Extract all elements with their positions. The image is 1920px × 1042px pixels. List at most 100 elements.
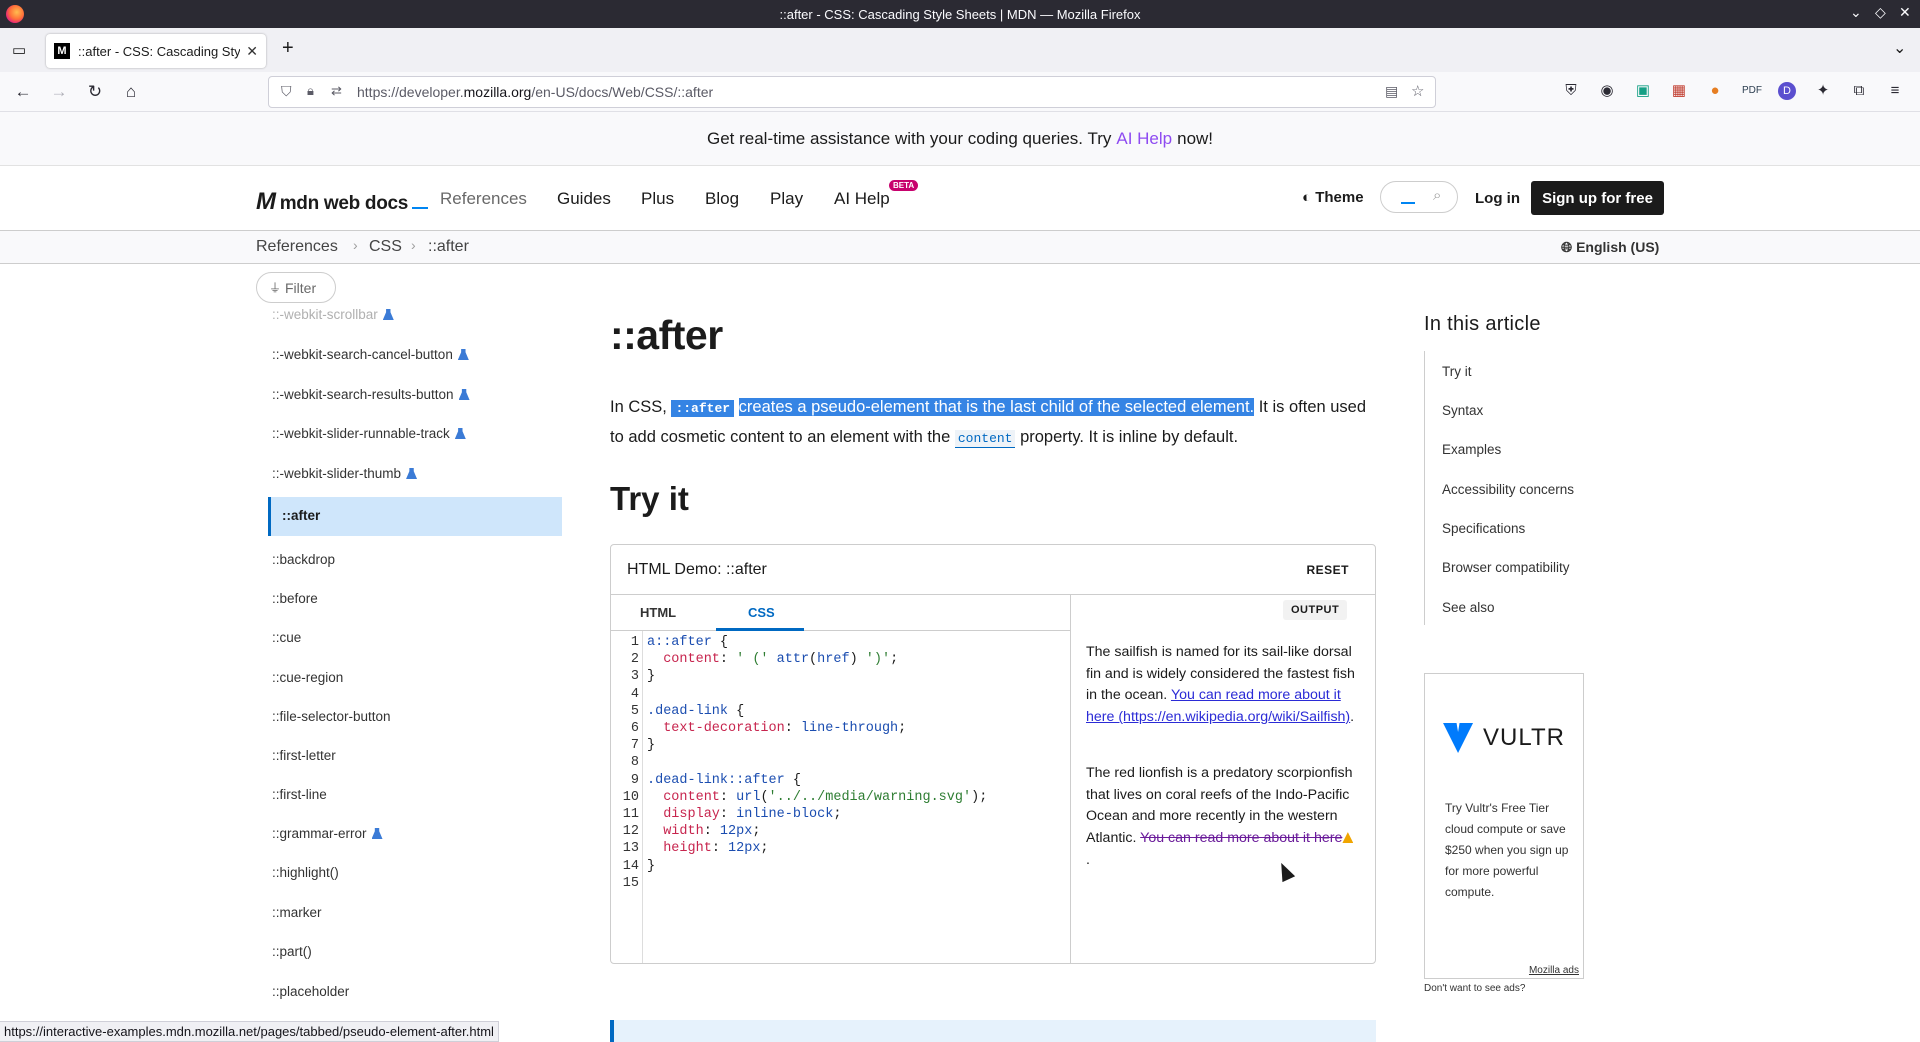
search-input[interactable]: ⌕ [1380, 181, 1458, 213]
url-bar[interactable]: ⛉ 🔒︎ ⇄ https://developer.mozilla.org/en-… [268, 76, 1436, 108]
extension-d-icon[interactable]: D [1778, 82, 1796, 100]
nav-plus[interactable]: Plus [641, 189, 674, 209]
extensions-puzzle-icon[interactable]: ⧉ [1850, 82, 1868, 100]
lock-icon[interactable]: 🔒︎ [307, 83, 314, 99]
browser-tab[interactable]: M ::after - CSS: Cascading Sty ✕ [46, 34, 266, 68]
breadcrumb-references[interactable]: References [256, 238, 338, 256]
theme-button[interactable]: ◐ Theme [1302, 189, 1364, 206]
maximize-icon[interactable]: ◇ [1875, 4, 1886, 21]
sidebar-item[interactable]: ::placeholder [272, 984, 349, 999]
tab-css[interactable]: CSS [748, 605, 775, 620]
toc-item-browser-compat[interactable]: Browser compatibility [1442, 560, 1570, 575]
back-icon[interactable]: ← [11, 80, 35, 104]
extension-icon[interactable]: ✦ [1814, 82, 1832, 100]
sidebar-item-after[interactable]: ::after [282, 508, 320, 523]
close-window-icon[interactable]: ✕ [1899, 4, 1911, 21]
ad-box[interactable]: VULTR Try Vultr's Free Tier cloud comput… [1424, 673, 1584, 979]
sidebar-item[interactable]: ::file-selector-button [272, 709, 391, 724]
vultr-v-icon [1443, 723, 1474, 753]
toc-item-try-it[interactable]: Try it [1442, 364, 1472, 379]
breadcrumb-after[interactable]: ::after [428, 238, 469, 256]
pdf-icon[interactable]: PDF [1742, 82, 1762, 100]
toc-item-see-also[interactable]: See also [1442, 600, 1495, 615]
ai-help-link[interactable]: AI Help [1116, 129, 1172, 149]
sidebar-item[interactable]: ::-webkit-search-results-button [272, 387, 470, 402]
sidebar-item[interactable]: ::-webkit-slider-thumb [272, 466, 418, 481]
breadcrumb-css[interactable]: CSS [369, 238, 402, 256]
note-callout [610, 1020, 1376, 1042]
sidebar-item[interactable]: ::part() [272, 944, 312, 959]
sidebar-item[interactable]: ::before [272, 591, 318, 606]
experimental-icon [371, 828, 383, 839]
duckduckgo-icon[interactable]: ● [1706, 82, 1724, 100]
nav-play[interactable]: Play [770, 189, 803, 209]
demo-title: HTML Demo: ::after [627, 561, 767, 578]
css-editor[interactable]: 1 a::after { 2 content: ' (' attr(href) '… [611, 634, 988, 892]
sidebar-item[interactable]: ::highlight() [272, 865, 339, 880]
forward-icon[interactable]: → [47, 80, 71, 104]
minimize-icon[interactable]: ⌄ [1850, 4, 1862, 21]
toc-item-accessibility[interactable]: Accessibility concerns [1442, 482, 1574, 497]
after-code-link[interactable]: ::after [671, 400, 735, 417]
pocket-icon[interactable]: ⛨ [1562, 82, 1580, 100]
mozilla-ads-link[interactable]: Mozilla ads [1529, 965, 1579, 976]
search-icon: ⌕ [1433, 187, 1442, 204]
reload-icon[interactable]: ↻ [83, 80, 107, 104]
extension-new-icon[interactable]: ▦ [1670, 82, 1688, 100]
menu-icon[interactable]: ≡ [1886, 82, 1904, 100]
content-code-link[interactable]: content [954, 430, 1016, 448]
vultr-logo: VULTR [1439, 688, 1569, 788]
output-paragraph-1: The sailfish is named for its sail-like … [1086, 644, 1355, 726]
tab-html[interactable]: HTML [640, 605, 676, 620]
sidebar-item[interactable]: ::-webkit-scrollbar [272, 307, 394, 322]
reset-button[interactable]: RESET [1306, 563, 1349, 577]
window-titlebar: ::after - CSS: Cascading Style Sheets | … [0, 0, 1920, 28]
toc-item-syntax[interactable]: Syntax [1442, 403, 1483, 418]
toc-item-examples[interactable]: Examples [1442, 442, 1501, 457]
banner-text: Get real-time assistance with your codin… [706, 128, 1112, 148]
shield-icon[interactable]: ⛉ [281, 83, 292, 100]
warning-icon [1342, 832, 1354, 844]
list-tabs-icon[interactable]: ⌄ [1893, 38, 1906, 58]
dead-link[interactable]: You can read more about it here [1140, 830, 1342, 846]
nav-blog[interactable]: Blog [705, 189, 739, 209]
mdn-m-icon: M [256, 188, 276, 215]
account-icon[interactable]: ◉ [1598, 82, 1616, 100]
experimental-icon [454, 428, 466, 439]
sidebar-item[interactable]: ::-webkit-search-cancel-button [272, 347, 469, 362]
mdn-logo[interactable]: Mmdn web docs [256, 188, 429, 216]
permissions-icon[interactable]: ⇄ [331, 83, 342, 99]
signup-button[interactable]: Sign up for free [1531, 181, 1664, 215]
demo-tabs: HTML CSS [611, 595, 1070, 631]
tab-bar: ▭ M ::after - CSS: Cascading Sty ✕ + ⌄ [0, 28, 1920, 72]
language-selector[interactable]: 🌐︎ English (US) [1561, 239, 1659, 256]
output-label: OUTPUT [1283, 600, 1348, 620]
reader-view-icon[interactable]: ▤ [1385, 83, 1398, 100]
login-button[interactable]: Log in [1475, 190, 1520, 207]
toc-title: In this article [1424, 313, 1541, 335]
home-icon[interactable]: ⌂ [119, 80, 143, 104]
chevron-right-icon: › [353, 237, 358, 253]
demo-header: HTML Demo: ::after RESET [611, 545, 1375, 595]
intro-paragraph: In CSS, ::after creates a pseudo-element… [610, 398, 1367, 448]
sidebar-item[interactable]: ::-webkit-slider-runnable-track [272, 426, 466, 441]
sidebar-item[interactable]: ::first-line [272, 787, 327, 802]
save-icon[interactable]: ▣ [1634, 82, 1652, 100]
no-ads-link[interactable]: Don't want to see ads? [1424, 983, 1525, 994]
sidebar-item[interactable]: ::cue-region [272, 670, 343, 685]
sidebar-item[interactable]: ::marker [272, 905, 322, 920]
sidebar-item[interactable]: ::first-letter [272, 748, 336, 763]
sidebar-item[interactable]: ::backdrop [272, 552, 335, 567]
firefox-icon [6, 5, 24, 23]
tab-overview-icon[interactable]: ▭ [12, 41, 26, 59]
sidebar-item[interactable]: ::grammar-error [272, 826, 383, 841]
bookmark-star-icon[interactable]: ☆ [1411, 82, 1424, 100]
close-tab-icon[interactable]: ✕ [246, 43, 258, 60]
sidebar-item[interactable]: ::cue [272, 630, 301, 645]
nav-guides[interactable]: Guides [557, 189, 611, 209]
new-tab-icon[interactable]: + [282, 37, 294, 60]
nav-ai-help[interactable]: AI Help [834, 189, 890, 209]
toc-item-specifications[interactable]: Specifications [1442, 521, 1525, 536]
nav-references[interactable]: References [440, 189, 527, 209]
sidebar-filter-input[interactable]: ⏚ Filter [256, 272, 336, 303]
